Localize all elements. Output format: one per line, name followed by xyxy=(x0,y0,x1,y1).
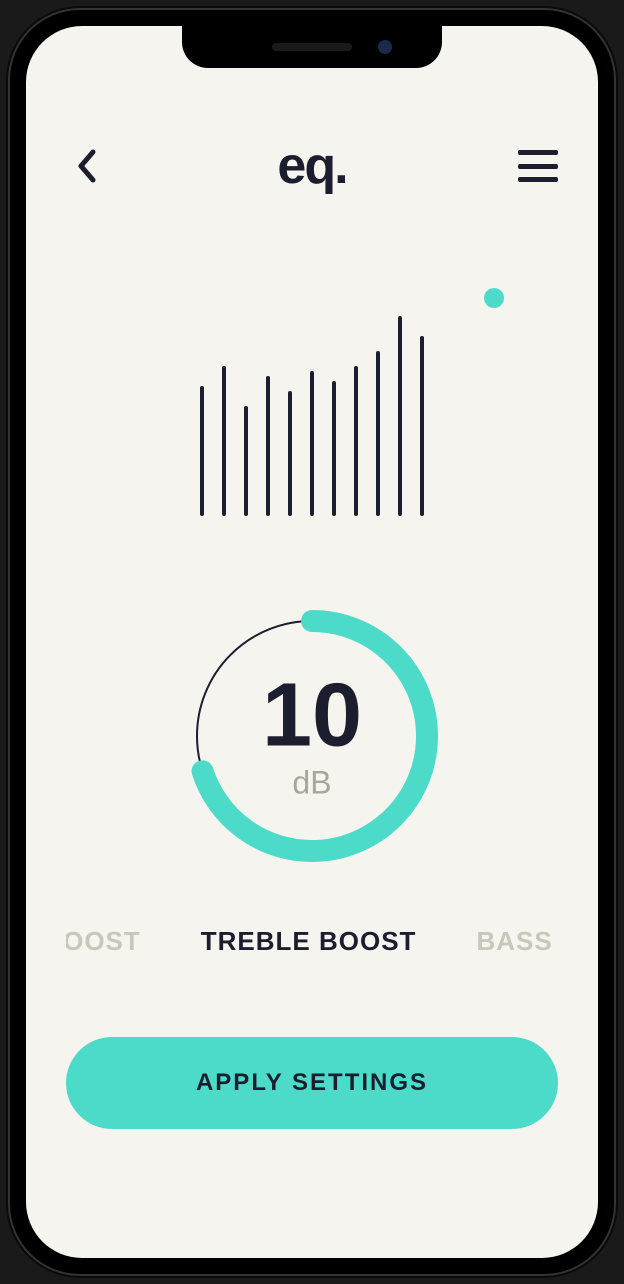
back-button[interactable] xyxy=(66,146,106,186)
preset-prev[interactable]: BOOST xyxy=(66,926,141,957)
menu-button[interactable] xyxy=(518,150,558,182)
eq-bar xyxy=(420,336,424,516)
hamburger-icon xyxy=(518,150,558,155)
app-logo: eq. xyxy=(277,136,346,196)
notch xyxy=(182,26,442,68)
speaker-grille xyxy=(272,43,352,51)
eq-bar xyxy=(376,351,380,516)
eq-bar xyxy=(398,316,402,516)
phone-frame: eq. 10 dB xyxy=(8,8,616,1276)
dial-unit: dB xyxy=(262,765,362,802)
eq-bar xyxy=(244,406,248,516)
eq-bar xyxy=(200,386,204,516)
eq-bar xyxy=(354,366,358,516)
preset-active[interactable]: TREBLE BOOST xyxy=(201,926,417,957)
eq-highlight-dot xyxy=(484,288,504,308)
eq-bar xyxy=(222,366,226,516)
gain-dial[interactable]: 10 dB xyxy=(182,606,442,866)
eq-bar xyxy=(310,371,314,516)
eq-bar xyxy=(266,376,270,516)
eq-bar xyxy=(288,391,292,516)
eq-bar xyxy=(332,381,336,516)
dial-value: 10 xyxy=(262,671,362,761)
preset-carousel[interactable]: BOOST TREBLE BOOST BASS B xyxy=(66,926,558,957)
chevron-left-icon xyxy=(75,148,97,184)
phone-screen: eq. 10 dB xyxy=(26,26,598,1258)
apply-button[interactable]: APPLY SETTINGS xyxy=(66,1037,558,1129)
dial-readout: 10 dB xyxy=(262,671,362,802)
front-camera xyxy=(378,40,392,54)
preset-next[interactable]: BASS B xyxy=(476,926,558,957)
header: eq. xyxy=(66,136,558,196)
equalizer-visualizer[interactable] xyxy=(66,296,558,516)
